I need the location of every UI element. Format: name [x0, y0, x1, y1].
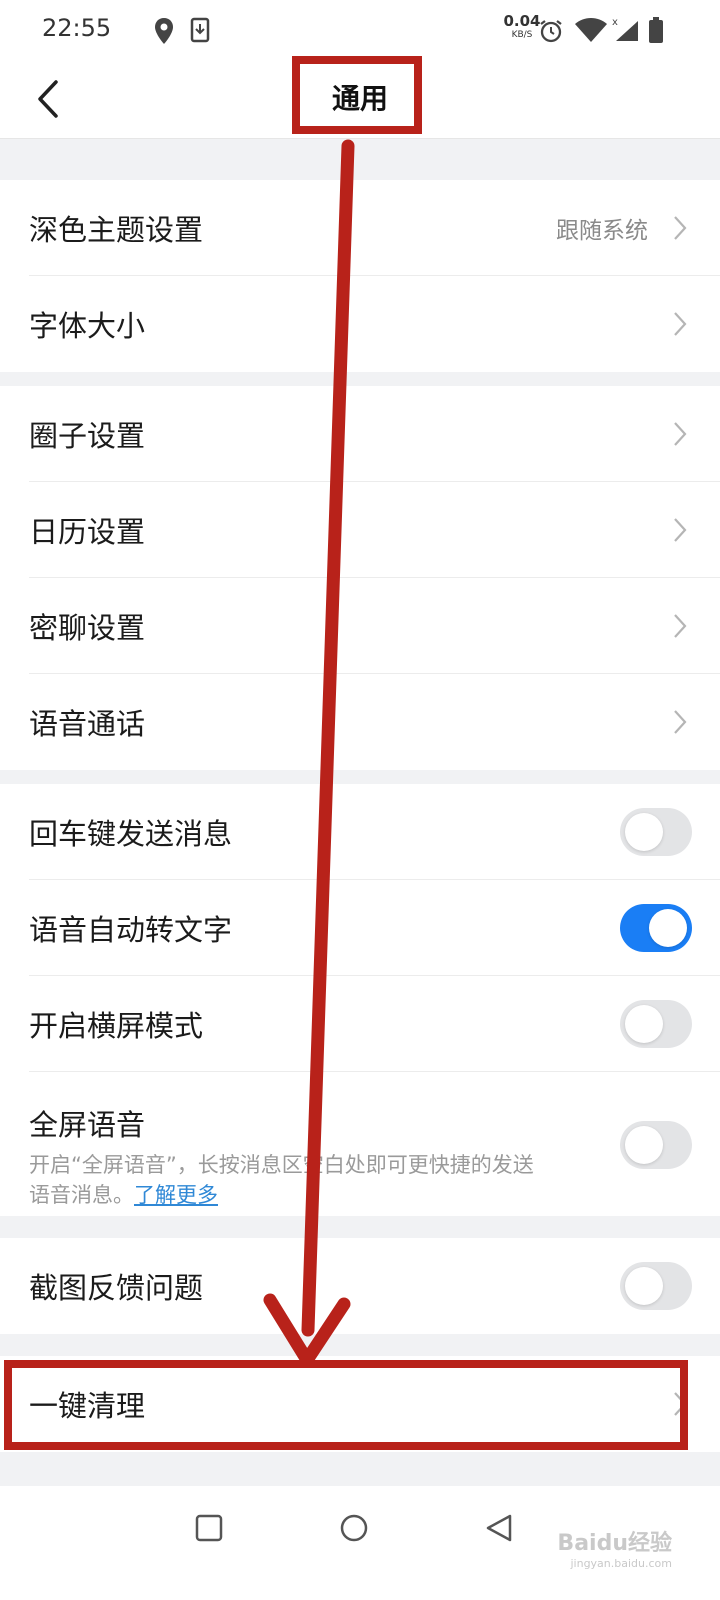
circle-settings-row[interactable]: 圈子设置 — [0, 386, 720, 482]
cleanup-highlight-box — [4, 1360, 688, 1450]
recent-apps-icon[interactable] — [194, 1513, 224, 1543]
font-size-row[interactable]: 字体大小 — [0, 276, 720, 372]
network-speed: 0.04 KB/S — [502, 14, 542, 40]
voice-to-text-toggle[interactable] — [620, 904, 692, 952]
circle-settings-label: 圈子设置 — [29, 419, 146, 453]
dark-theme-row[interactable]: 深色主题设置 跟随系统 — [0, 180, 720, 276]
screenshot-feedback-row: 截图反馈问题 — [0, 1238, 720, 1334]
secret-chat-settings-label: 密聊设置 — [29, 611, 146, 645]
signal-icon: x — [612, 17, 638, 41]
enter-send-toggle[interactable] — [620, 808, 692, 856]
network-speed-unit: KB/S — [511, 30, 533, 40]
download-icon — [190, 17, 210, 43]
status-bar: 22:55 0.04 KB/S x — [0, 0, 720, 60]
home-icon[interactable] — [338, 1512, 370, 1544]
svg-text:x: x — [612, 17, 618, 28]
toggle-knob — [649, 909, 687, 947]
screenshot-feedback-toggle[interactable] — [620, 1262, 692, 1310]
voice-call-label: 语音通话 — [29, 707, 146, 741]
network-speed-value: 0.04 — [503, 12, 541, 30]
learn-more-link[interactable]: 了解更多 — [134, 1183, 218, 1207]
screenshot-feedback-label: 截图反馈问题 — [29, 1271, 204, 1305]
back-nav-icon[interactable] — [482, 1511, 516, 1545]
system-nav-bar: Baidu经验 jingyan.baidu.com — [0, 1486, 720, 1600]
enter-send-label: 回车键发送消息 — [29, 817, 233, 851]
feature-settings-group: 圈子设置 日历设置 密聊设置 语音通话 — [0, 386, 720, 770]
voice-to-text-row: 语音自动转文字 — [0, 880, 720, 976]
baidu-watermark: Baidu经验 jingyan.baidu.com — [557, 1525, 672, 1570]
watermark-sub: jingyan.baidu.com — [570, 1557, 672, 1570]
chevron-right-icon — [674, 216, 687, 240]
chevron-right-icon — [674, 312, 687, 336]
display-settings-group: 深色主题设置 跟随系统 字体大小 — [0, 180, 720, 372]
fullscreen-voice-label: 全屏语音 — [29, 1108, 146, 1142]
alarm-icon — [540, 20, 562, 43]
voice-call-row[interactable]: 语音通话 — [0, 674, 720, 770]
toggle-knob — [625, 1125, 663, 1164]
secret-chat-settings-row[interactable]: 密聊设置 — [0, 578, 720, 674]
calendar-settings-row[interactable]: 日历设置 — [0, 482, 720, 578]
battery-icon — [649, 17, 663, 43]
chevron-right-icon — [674, 518, 687, 542]
calendar-settings-label: 日历设置 — [29, 515, 146, 549]
fullscreen-voice-description-text: 开启“全屏语音”，长按消息区空白处即可更快捷的发送语音消息。 — [29, 1153, 534, 1207]
chevron-right-icon — [674, 422, 687, 446]
chevron-right-icon — [674, 614, 687, 638]
fullscreen-voice-description: 开启“全屏语音”，长按消息区空白处即可更快捷的发送语音消息。了解更多 — [29, 1150, 549, 1210]
title-highlight-box — [292, 56, 422, 134]
toggle-knob — [625, 813, 663, 851]
toggle-settings-group: 回车键发送消息 语音自动转文字 开启横屏模式 全屏语音 开启“全屏语音”，长按消… — [0, 784, 720, 1216]
fullscreen-voice-row: 全屏语音 开启“全屏语音”，长按消息区空白处即可更快捷的发送语音消息。了解更多 — [0, 1072, 720, 1217]
watermark-text: Baidu经验 — [557, 1531, 672, 1556]
feedback-group: 截图反馈问题 — [0, 1238, 720, 1334]
back-arrow-icon[interactable] — [26, 74, 76, 124]
toggle-knob — [625, 1005, 663, 1043]
wifi-icon — [575, 18, 607, 42]
status-time: 22:55 — [42, 14, 112, 42]
landscape-mode-toggle[interactable] — [620, 1000, 692, 1048]
chevron-right-icon — [674, 710, 687, 734]
location-icon — [155, 18, 173, 44]
dark-theme-label: 深色主题设置 — [29, 213, 204, 247]
fullscreen-voice-toggle[interactable] — [620, 1120, 692, 1169]
dark-theme-value: 跟随系统 — [556, 218, 648, 244]
enter-send-row: 回车键发送消息 — [0, 784, 720, 880]
landscape-mode-label: 开启横屏模式 — [29, 1009, 204, 1043]
landscape-mode-row: 开启横屏模式 — [0, 976, 720, 1072]
voice-to-text-label: 语音自动转文字 — [29, 913, 233, 947]
toggle-knob — [625, 1267, 663, 1305]
font-size-label: 字体大小 — [29, 309, 146, 343]
